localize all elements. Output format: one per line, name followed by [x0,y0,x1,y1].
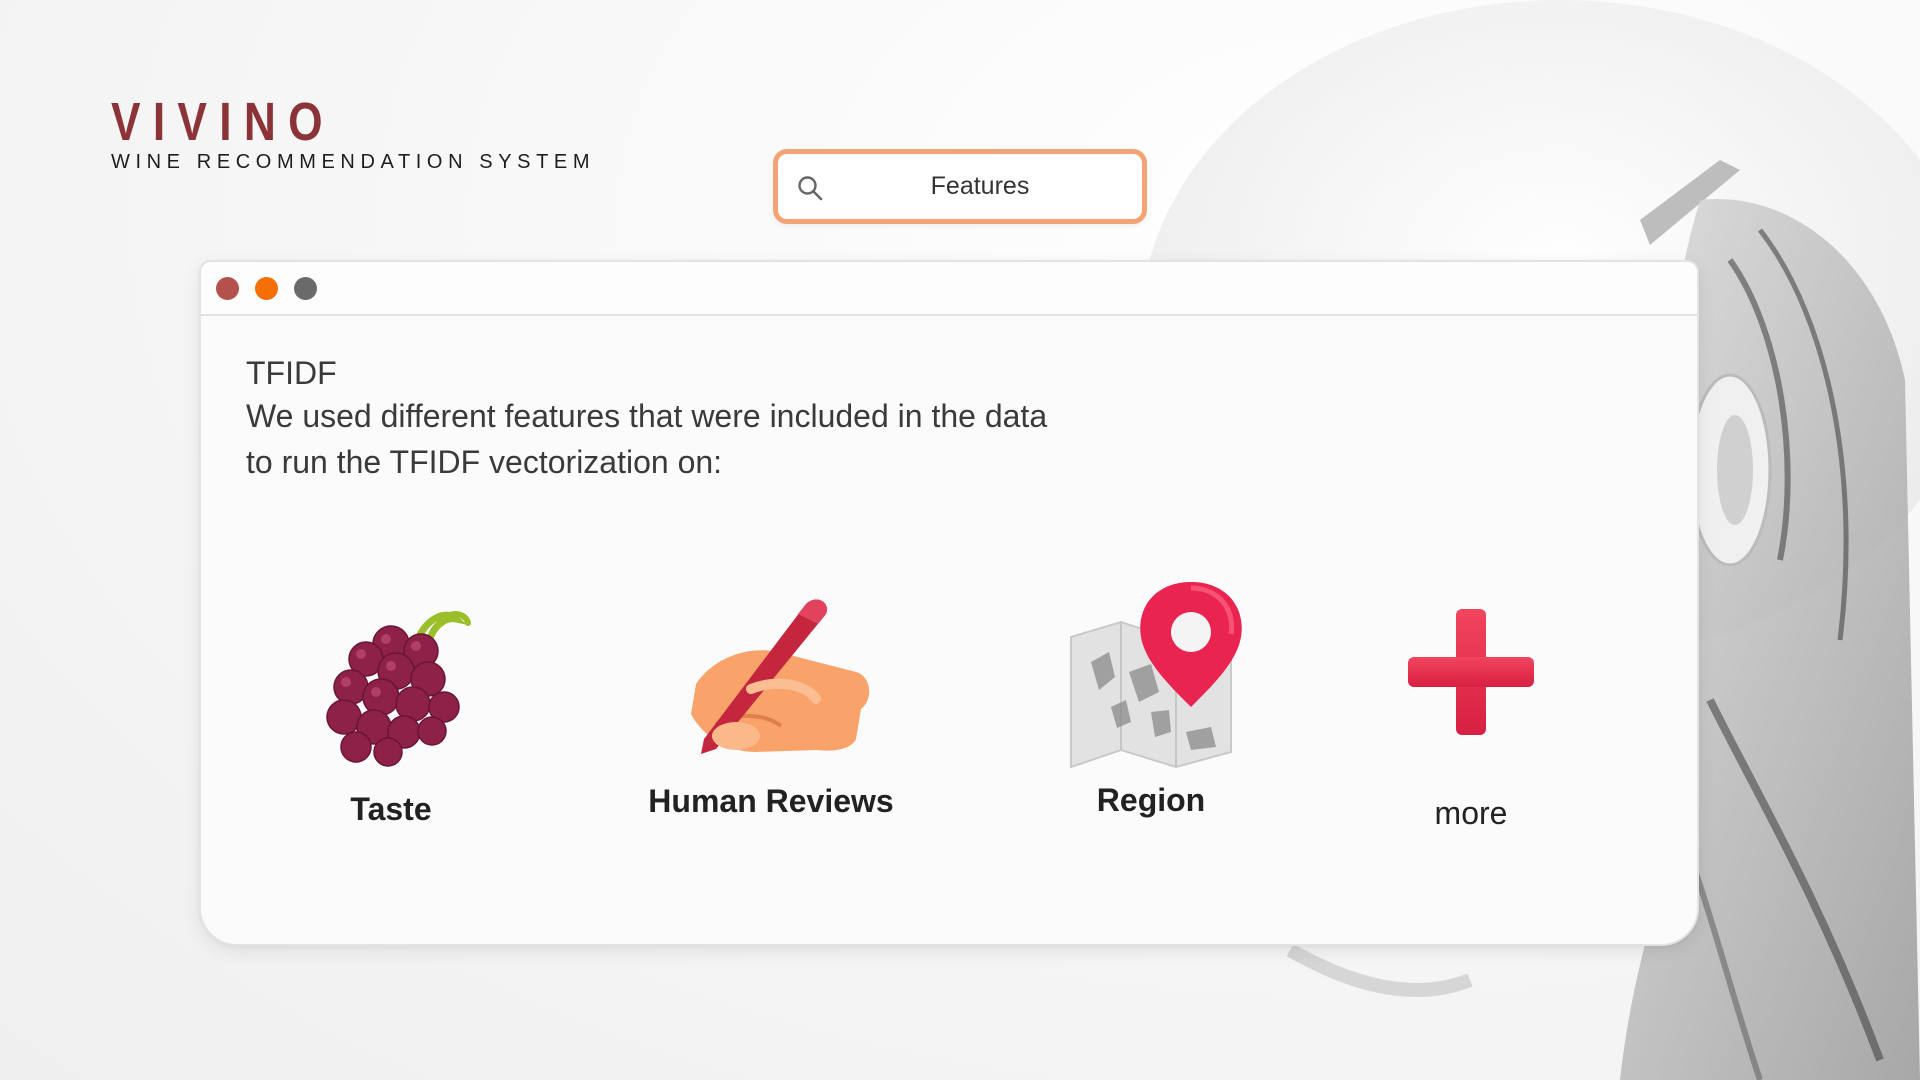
slide: VIVINO WINE RECOMMENDATION SYSTEM TFIDF … [0,0,1920,1080]
map-pin-icon [1070,582,1242,769]
feature-label-human-reviews: Human Reviews [648,783,894,819]
plus-icon [1408,609,1534,735]
window-content: TFIDF We used different features that we… [201,316,1697,485]
feature-item-taste: Taste [281,589,501,828]
search-input[interactable] [778,172,1142,201]
window-close-button[interactable] [216,276,239,300]
brand-logo-text: VIVINO [111,92,335,152]
feature-item-human-reviews: Human Reviews [621,584,921,820]
search-icon [798,176,823,201]
feature-item-region: Region [1031,582,1271,819]
feature-label-region: Region [1096,782,1206,818]
writing-hand-icon [691,599,870,754]
brand-subtitle: WINE RECOMMENDATION SYSTEM [111,151,596,173]
brand-block: VIVINO WINE RECOMMENDATION SYSTEM [111,95,595,174]
window-title-bar [201,262,1697,316]
feature-window: TFIDF We used different features that we… [199,260,1699,946]
feature-label-taste: Taste [350,791,432,827]
section-description: We used different features that were inc… [246,398,1048,480]
window-minimize-button[interactable] [255,276,278,300]
section-heading: TFIDF [246,355,337,391]
feature-label-more: more [1434,795,1508,831]
feature-list: Taste Human Reviews Region more [201,582,1697,892]
feature-item-more[interactable]: more [1381,607,1561,832]
window-maximize-button[interactable] [294,276,317,300]
search-bar[interactable] [773,149,1147,224]
grapes-icon [326,611,471,767]
